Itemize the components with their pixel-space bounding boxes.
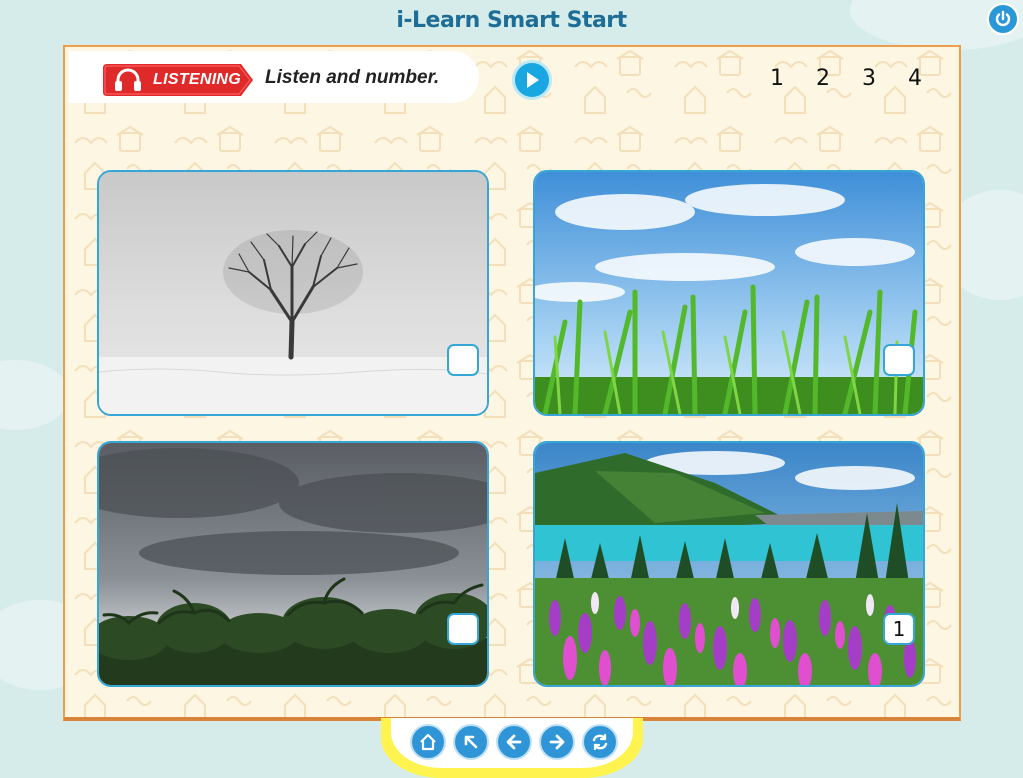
background-cloud <box>0 360 70 430</box>
photo-winter-tree[interactable] <box>97 170 489 416</box>
arrow-right-icon <box>549 734 565 750</box>
number-option-4[interactable]: 4 <box>903 66 927 91</box>
photo-summer-lake[interactable]: 1 <box>533 441 925 687</box>
instruction-bar: LISTENING Listen and number. <box>69 51 479 103</box>
next-button[interactable] <box>539 724 575 760</box>
power-button[interactable] <box>987 3 1019 35</box>
answer-box[interactable]: 1 <box>883 613 915 645</box>
back-to-start-button[interactable] <box>453 724 489 760</box>
photo-spring-grass[interactable] <box>533 170 925 416</box>
headphones-icon <box>115 68 141 91</box>
number-option-1[interactable]: 1 <box>765 66 789 91</box>
play-icon <box>527 72 539 88</box>
photo-rainy-palms[interactable] <box>97 441 489 687</box>
arrow-up-left-icon <box>464 735 478 749</box>
listening-tag: LISTENING <box>103 64 255 96</box>
instruction-text: Listen and number. <box>265 67 440 88</box>
answer-box[interactable] <box>447 344 479 376</box>
home-button[interactable] <box>410 724 446 760</box>
navigation-tray <box>381 718 643 778</box>
number-option-2[interactable]: 2 <box>811 66 835 91</box>
power-icon <box>995 10 1011 27</box>
refresh-icon <box>592 733 608 751</box>
home-icon <box>420 733 436 751</box>
play-audio-button[interactable] <box>512 60 552 100</box>
answer-box[interactable] <box>883 344 915 376</box>
activity-board: LISTENING Listen and number. 1 2 3 4 1 <box>63 45 961 721</box>
previous-button[interactable] <box>496 724 532 760</box>
answer-box[interactable] <box>447 613 479 645</box>
reset-button[interactable] <box>582 724 618 760</box>
number-option-3[interactable]: 3 <box>857 66 881 91</box>
listening-label: LISTENING <box>153 71 242 88</box>
arrow-left-icon <box>506 734 522 750</box>
app-title: i-Learn Smart Start <box>396 8 627 33</box>
